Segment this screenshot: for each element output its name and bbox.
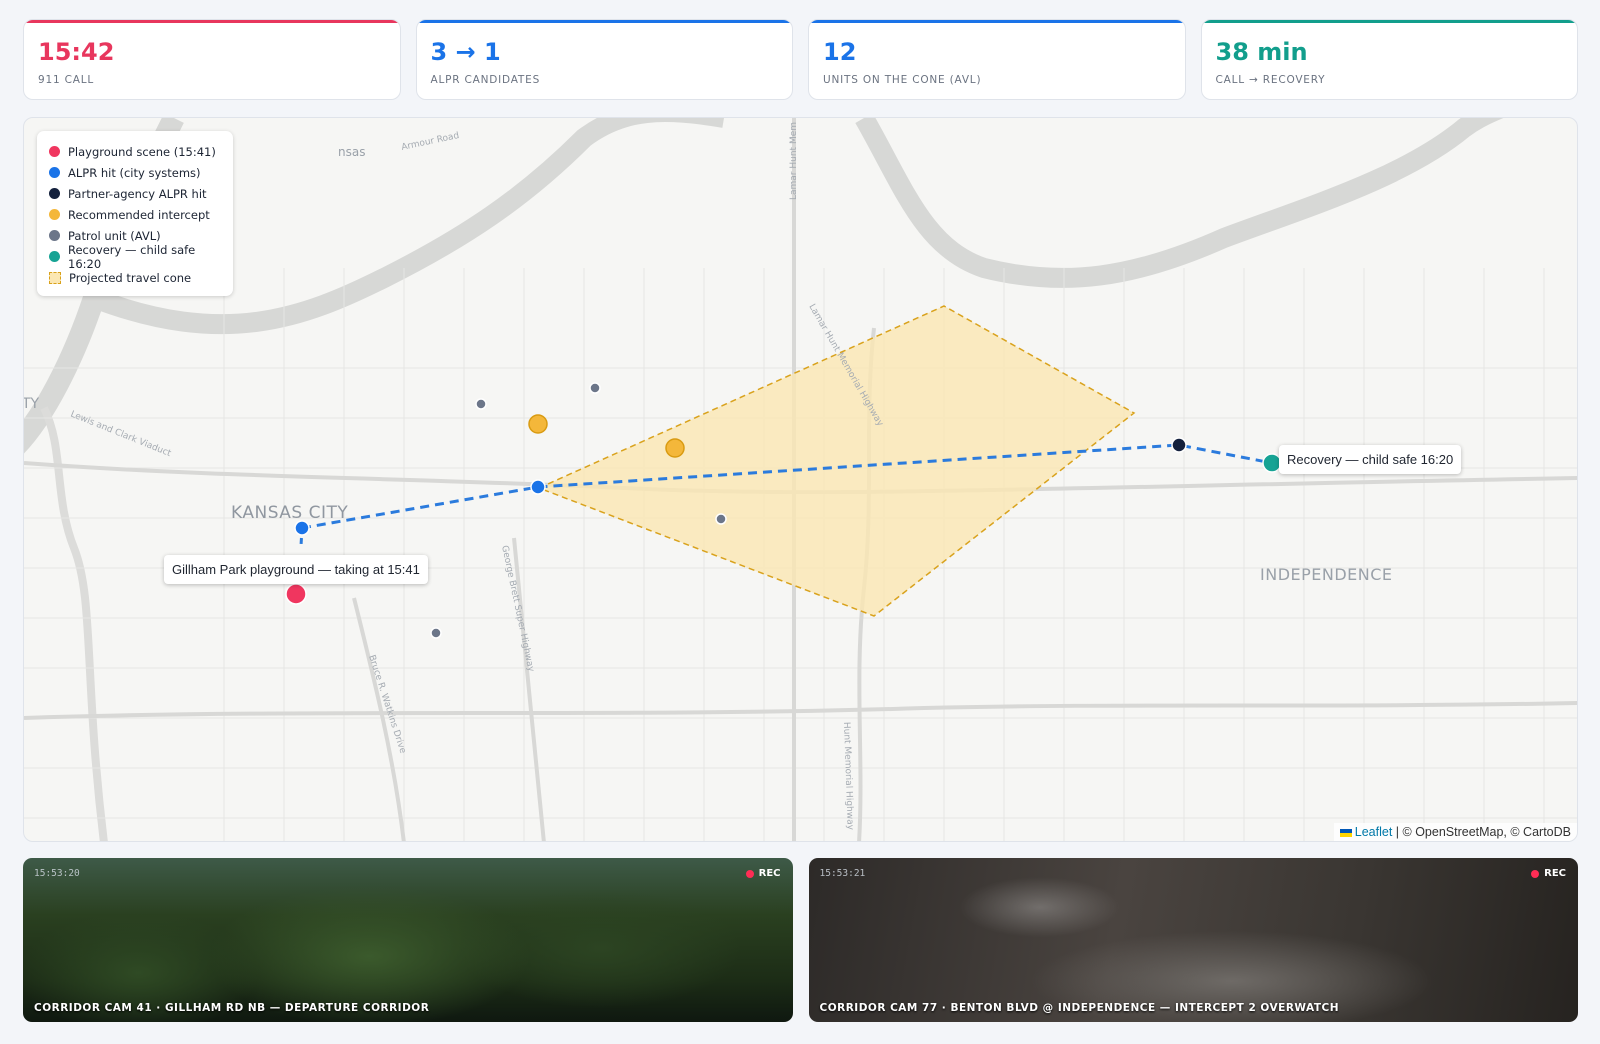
- playground-scene-marker[interactable]: [285, 583, 307, 605]
- kpi-call-to-recovery: 38 min CALL → RECOVERY: [1200, 19, 1578, 100]
- camera-timestamp: 15:53:21: [819, 868, 866, 879]
- rec-label: REC: [758, 868, 781, 879]
- alpr-hit-marker[interactable]: [294, 520, 310, 536]
- legend-item-alpr: ALPR hit (city systems): [49, 162, 221, 183]
- camera-caption: CORRIDOR CAM 41 · GILLHAM RD NB — DEPART…: [34, 1002, 430, 1014]
- legend-label: Playground scene (15:41): [68, 144, 216, 159]
- label-lewis-clark: Lewis and Clark Viaduct: [69, 410, 173, 460]
- patrol-unit-marker[interactable]: [715, 513, 727, 525]
- kpi-value: 38 min: [1215, 38, 1308, 66]
- ukraine-flag-icon: [1339, 828, 1352, 837]
- rec-indicator: REC: [1531, 868, 1566, 879]
- camera-feed-77[interactable]: 15:53:21 REC CORRIDOR CAM 77 · BENTON BL…: [808, 858, 1578, 1022]
- legend-label: Recommended intercept: [68, 207, 210, 222]
- kpi-911-call: 15:42 911 CALL: [23, 19, 401, 100]
- patrol-unit-marker[interactable]: [430, 627, 442, 639]
- legend-item-partner-alpr: Partner-agency ALPR hit: [49, 183, 221, 204]
- kpi-label: 911 CALL: [38, 74, 94, 86]
- kpi-label: UNITS ON THE CONE (AVL): [823, 74, 982, 86]
- map-canvas[interactable]: KANSAS CITY INDEPENDENCE TY nsas Armour …: [24, 118, 1578, 842]
- legend-label: Patrol unit (AVL): [68, 228, 161, 243]
- kpi-label: ALPR CANDIDATES: [430, 74, 541, 86]
- legend-label: Recovery — child safe 16:20: [68, 242, 196, 271]
- kpi-units-on-cone: 12 UNITS ON THE CONE (AVL): [808, 19, 1186, 100]
- legend-item-scene: Playground scene (15:41): [49, 141, 221, 162]
- label-independence: INDEPENDENCE: [1260, 565, 1393, 584]
- label-kansas-city: KANSAS CITY: [231, 503, 348, 523]
- rec-indicator: REC: [745, 868, 781, 879]
- map-view[interactable]: KANSAS CITY INDEPENDENCE TY nsas Armour …: [23, 117, 1578, 842]
- kpi-value: 3 → 1: [430, 38, 501, 66]
- map-attribution: Leaflet | © OpenStreetMap, © CartoDB: [1333, 823, 1577, 841]
- camera-caption: CORRIDOR CAM 77 · BENTON BLVD @ INDEPEND…: [819, 1002, 1340, 1014]
- label-lamar-hunt-low: Hunt Memorial Highway: [841, 722, 855, 831]
- kpi-value: 12: [823, 38, 857, 66]
- patrol-unit-marker[interactable]: [589, 382, 601, 394]
- label-armour-road: Armour Road: [401, 131, 461, 153]
- label-nsas: nsas: [338, 145, 365, 159]
- scene-tooltip: Gillham Park playground — taking at 15:4…: [164, 555, 428, 584]
- kpi-value: 15:42: [38, 38, 115, 66]
- camera-timestamp: 15:53:20: [34, 868, 80, 879]
- legend-item-recovery: Recovery — child safe 16:20: [49, 243, 221, 271]
- leaflet-link[interactable]: Leaflet: [1355, 825, 1393, 839]
- recovery-tooltip: Recovery — child safe 16:20: [1279, 445, 1462, 474]
- intercept-marker[interactable]: [665, 438, 685, 458]
- attribution-text: | © OpenStreetMap, © CartoDB: [1392, 825, 1571, 839]
- camera-strip: 15:53:20 REC CORRIDOR CAM 41 · GILLHAM R…: [23, 858, 1578, 1022]
- rec-label: REC: [1544, 868, 1566, 879]
- label-lamar-hunt-top: Lamar Hunt Mem: [789, 122, 799, 200]
- legend-item-intercept: Recommended intercept: [49, 204, 221, 225]
- partner-alpr-hit-marker[interactable]: [1171, 437, 1187, 453]
- patrol-unit-marker[interactable]: [475, 398, 487, 410]
- rec-dot-icon: [745, 869, 754, 878]
- map-legend: Playground scene (15:41) ALPR hit (city …: [37, 131, 233, 296]
- legend-label: Projected travel cone: [69, 270, 192, 285]
- alpr-hit-marker[interactable]: [530, 479, 546, 495]
- legend-label: Partner-agency ALPR hit: [68, 186, 207, 201]
- kpi-strip: 15:42 911 CALL 3 → 1 ALPR CANDIDATES 12 …: [23, 19, 1578, 100]
- kpi-alpr-candidates: 3 → 1 ALPR CANDIDATES: [415, 19, 793, 100]
- rec-dot-icon: [1531, 869, 1540, 878]
- label-ty: TY: [24, 396, 40, 412]
- kpi-label: CALL → RECOVERY: [1215, 74, 1326, 86]
- camera-feed-41[interactable]: 15:53:20 REC CORRIDOR CAM 41 · GILLHAM R…: [23, 858, 793, 1022]
- intercept-marker[interactable]: [528, 414, 548, 434]
- legend-label: ALPR hit (city systems): [68, 165, 201, 180]
